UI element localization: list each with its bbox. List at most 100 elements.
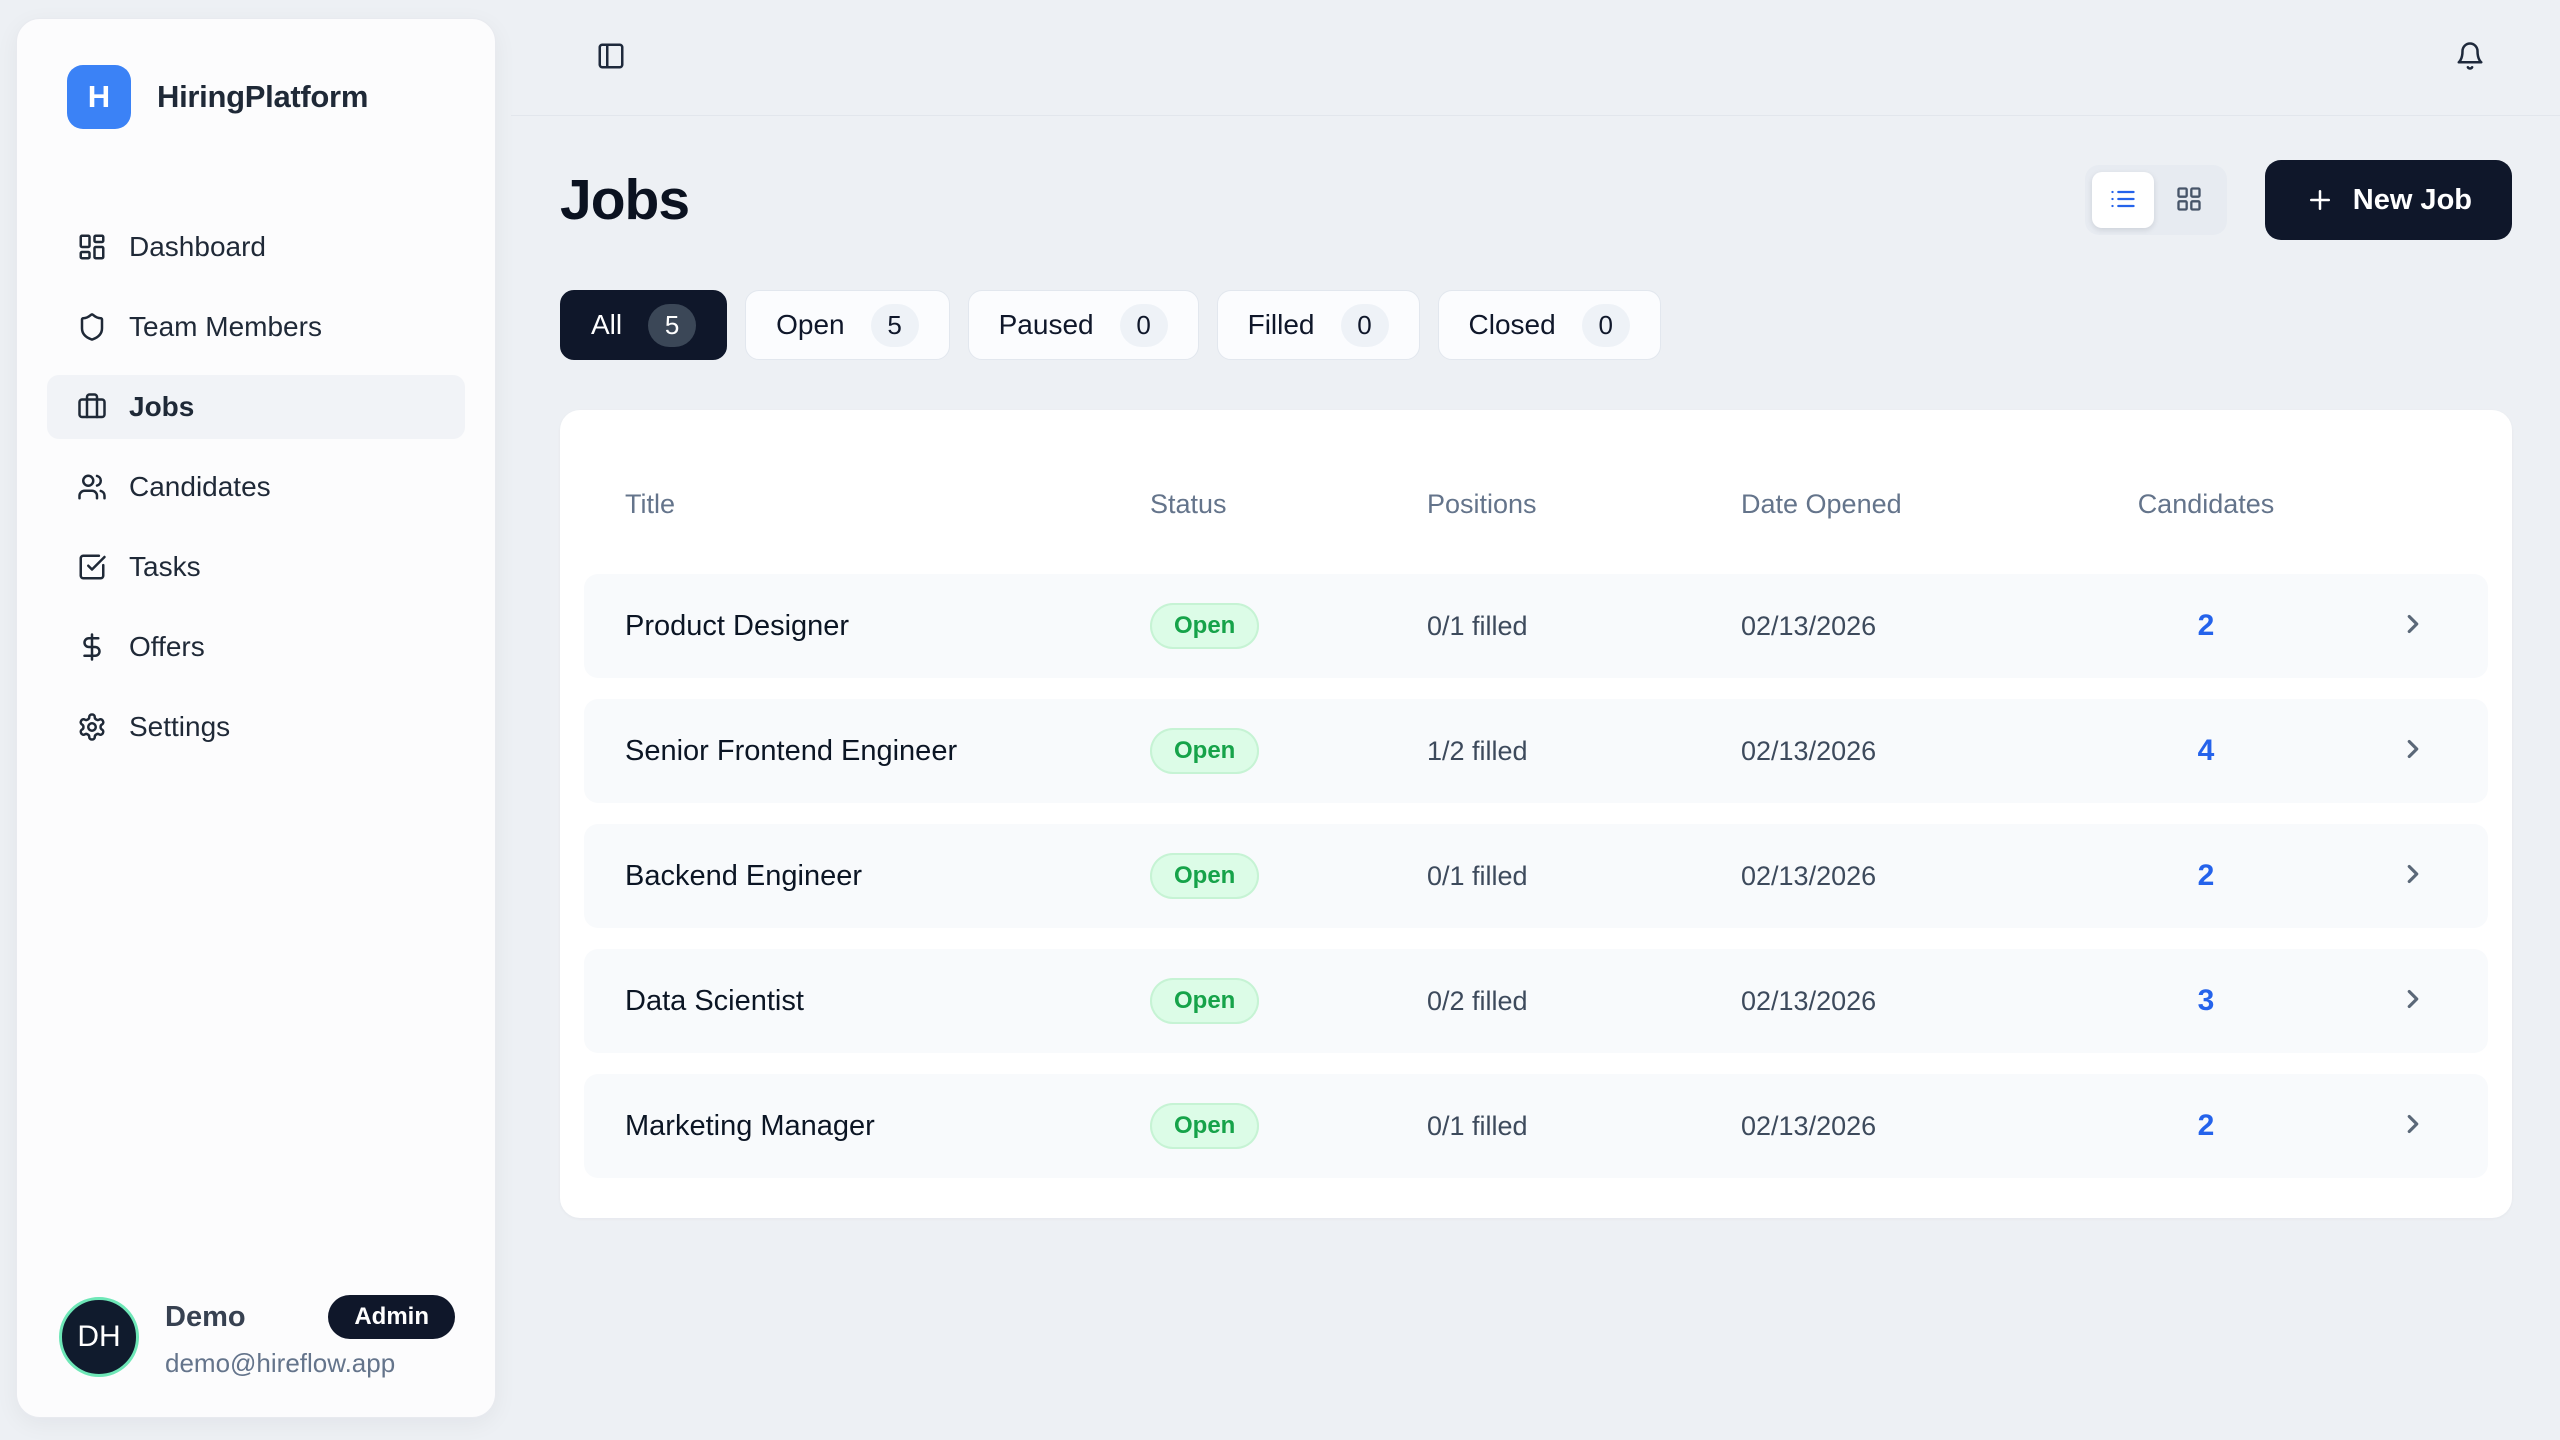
job-title: Product Designer [625,610,1150,643]
chevron-right-icon[interactable] [2398,1109,2428,1144]
sidebar-item-team-members[interactable]: Team Members [47,295,465,359]
table-row-data-scientist[interactable]: Data Scientist Open 0/2 filled 02/13/202… [584,949,2488,1053]
date-opened: 02/13/2026 [1741,861,2131,892]
app-logo: H [67,65,131,129]
filter-count-badge: 5 [871,304,919,347]
sidebar-nav: Dashboard Team Members Jobs Candidates T… [43,215,469,759]
job-title: Data Scientist [625,985,1150,1018]
sidebar-item-label: Dashboard [129,231,266,263]
job-title: Marketing Manager [625,1110,1150,1143]
filter-label: Paused [999,309,1094,341]
sidebar-item-label: Offers [129,631,205,663]
grid-view-button[interactable] [2158,172,2220,228]
notifications-button[interactable] [2448,36,2492,80]
chevron-right-icon[interactable] [2398,734,2428,769]
column-header-title: Title [625,489,1150,520]
page-header: Jobs New Job [560,160,2512,240]
column-header-status: Status [1150,489,1427,520]
filter-label: Closed [1469,309,1556,341]
status-badge: Open [1150,1103,1259,1149]
user-card[interactable]: DH Demo Admin demo@hireflow.app [43,1295,469,1379]
filter-count-badge: 5 [648,304,696,347]
role-badge: Admin [328,1295,455,1339]
sidebar: H HiringPlatform Dashboard Team Members … [16,18,496,1418]
candidates-count[interactable]: 2 [2131,1109,2281,1143]
date-opened: 02/13/2026 [1741,611,2131,642]
date-opened: 02/13/2026 [1741,1111,2131,1142]
plus-icon [2305,185,2335,215]
app-logo-letter: H [88,79,110,115]
list-view-button[interactable] [2092,172,2154,228]
new-job-button[interactable]: New Job [2265,160,2512,240]
date-opened: 02/13/2026 [1741,986,2131,1017]
sidebar-item-tasks[interactable]: Tasks [47,535,465,599]
main-area: Jobs New Job [496,0,2560,1440]
topbar [511,0,2560,116]
brand: H HiringPlatform [43,65,469,129]
user-name: Demo [165,1301,246,1334]
panel-left-icon [596,41,626,74]
filter-tab-closed[interactable]: Closed 0 [1438,290,1661,360]
briefcase-icon [77,392,107,422]
sidebar-toggle-button[interactable] [589,36,633,80]
date-opened: 02/13/2026 [1741,736,2131,767]
list-icon [2109,185,2137,216]
user-info: Demo Admin demo@hireflow.app [165,1295,455,1379]
sidebar-item-jobs[interactable]: Jobs [47,375,465,439]
jobs-table-card: TitleStatusPositionsDate OpenedCandidate… [560,410,2512,1218]
gear-icon [77,712,107,742]
table-row-backend-engineer[interactable]: Backend Engineer Open 0/1 filled 02/13/2… [584,824,2488,928]
sidebar-item-label: Settings [129,711,230,743]
table-row-marketing-manager[interactable]: Marketing Manager Open 0/1 filled 02/13/… [584,1074,2488,1178]
positions-filled: 0/2 filled [1427,986,1741,1017]
table-body: Product Designer Open 0/1 filled 02/13/2… [584,574,2488,1178]
sidebar-item-label: Tasks [129,551,201,583]
check-square-icon [77,552,107,582]
chevron-right-icon[interactable] [2398,609,2428,644]
app-title: HiringPlatform [157,79,368,115]
chevron-right-icon[interactable] [2398,859,2428,894]
new-job-label: New Job [2353,184,2472,217]
status-badge: Open [1150,978,1259,1024]
users-icon [77,472,107,502]
sidebar-item-label: Team Members [129,311,322,343]
header-actions: New Job [2085,160,2512,240]
dollar-icon [77,632,107,662]
positions-filled: 0/1 filled [1427,1111,1741,1142]
filter-tab-paused[interactable]: Paused 0 [968,290,1199,360]
candidates-count[interactable]: 2 [2131,859,2281,893]
column-header-positions: Positions [1427,489,1741,520]
sidebar-item-offers[interactable]: Offers [47,615,465,679]
bell-icon [2455,41,2485,74]
layout-grid-icon [2175,185,2203,216]
page-title: Jobs [560,167,689,233]
job-title: Senior Frontend Engineer [625,735,1150,768]
filter-count-badge: 0 [1341,304,1389,347]
filter-tab-filled[interactable]: Filled 0 [1217,290,1420,360]
page-content: Jobs New Job [496,160,2560,1218]
filter-label: Filled [1248,309,1315,341]
filter-tab-all[interactable]: All 5 [560,290,727,360]
column-header-candidates: Candidates [2131,489,2281,520]
status-badge: Open [1150,603,1259,649]
candidates-count[interactable]: 3 [2131,984,2281,1018]
avatar-initials: DH [77,1320,120,1354]
sidebar-item-settings[interactable]: Settings [47,695,465,759]
view-toggle [2085,165,2227,235]
candidates-count[interactable]: 4 [2131,734,2281,768]
filter-label: All [591,309,622,341]
filter-count-badge: 0 [1120,304,1168,347]
sidebar-item-dashboard[interactable]: Dashboard [47,215,465,279]
user-email: demo@hireflow.app [165,1348,455,1379]
candidates-count[interactable]: 2 [2131,609,2281,643]
filter-count-badge: 0 [1582,304,1630,347]
chevron-right-icon[interactable] [2398,984,2428,1019]
table-header-row: TitleStatusPositionsDate OpenedCandidate… [584,434,2488,574]
table-row-senior-frontend-engineer[interactable]: Senior Frontend Engineer Open 1/2 filled… [584,699,2488,803]
layout-dashboard-icon [77,232,107,262]
filter-tab-open[interactable]: Open 5 [745,290,950,360]
sidebar-item-candidates[interactable]: Candidates [47,455,465,519]
job-title: Backend Engineer [625,860,1150,893]
table-row-product-designer[interactable]: Product Designer Open 0/1 filled 02/13/2… [584,574,2488,678]
avatar: DH [59,1297,139,1377]
